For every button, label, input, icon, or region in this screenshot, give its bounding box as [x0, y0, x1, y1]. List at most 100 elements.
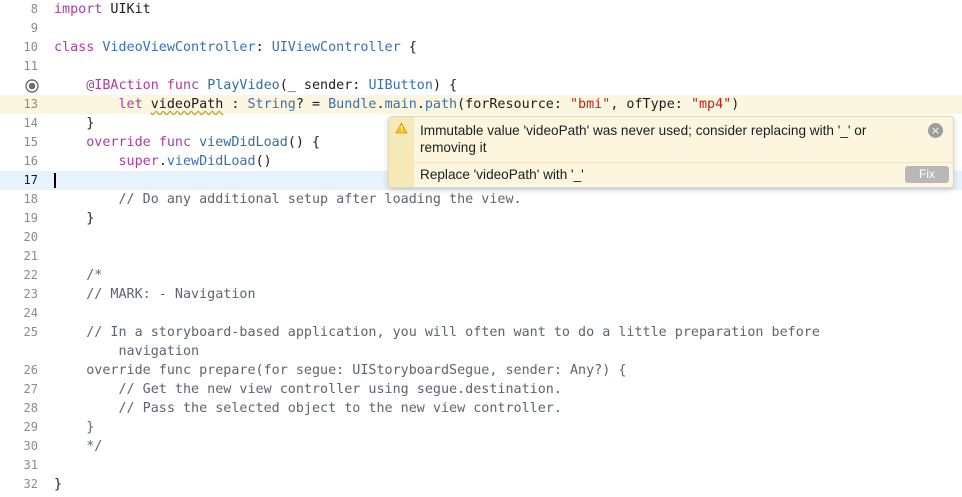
code-token: @IBAction — [86, 78, 159, 93]
code-token: navigation — [54, 344, 200, 359]
text-cursor — [54, 173, 56, 188]
code-token: ? = — [295, 97, 329, 112]
code-line[interactable]: 13 let videoPath : String? = Bundle.main… — [0, 95, 962, 114]
code-token: main — [384, 97, 417, 112]
code-text: override func viewDidLoad() { — [54, 133, 320, 152]
line-number: 23 — [23, 287, 38, 301]
code-line[interactable]: 30 */ — [0, 437, 962, 456]
code-line[interactable]: 21 — [0, 247, 962, 266]
code-text: // Get the new view controller using seg… — [54, 380, 561, 399]
code-line[interactable]: 26 override func prepare(for segue: UISt… — [0, 361, 962, 380]
code-token: : — [223, 97, 248, 112]
code-token: () — [255, 154, 272, 169]
code-token: // In a storyboard-based application, yo… — [54, 325, 820, 340]
line-number: 25 — [23, 325, 38, 339]
code-token: func — [158, 135, 192, 150]
code-token: // Do any additional setup after loading… — [54, 192, 522, 207]
code-line[interactable]: 18 // Do any additional setup after load… — [0, 190, 962, 209]
code-token: viewDidLoad — [166, 154, 256, 169]
code-editor[interactable]: 8 import UIKit 9 10 class VideoViewControlle… — [0, 0, 962, 497]
code-text: // Do any additional setup after loading… — [54, 190, 522, 209]
code-line[interactable]: 10 class VideoViewController: UIViewContr… — [0, 38, 962, 57]
code-token: (forResource: — [457, 97, 570, 112]
code-token: . — [158, 154, 167, 169]
code-token: } — [54, 116, 95, 131]
code-token: Bundle — [328, 97, 377, 112]
code-token: : — [255, 40, 272, 55]
fix-description[interactable]: Replace 'videoPath' with '_' — [420, 166, 584, 183]
code-text: */ — [54, 437, 102, 456]
code-token: UIKit — [102, 2, 151, 17]
line-number: 22 — [23, 268, 38, 282]
code-token: , ofType: — [610, 97, 691, 112]
code-line[interactable]: 20 — [0, 228, 962, 247]
code-token: videoPath — [150, 97, 224, 112]
breakpoint-icon[interactable] — [25, 79, 39, 93]
line-number: 30 — [23, 439, 38, 453]
code-text: @IBAction func PlayVideo(_ sender: UIBut… — [54, 76, 457, 95]
code-line[interactable]: 24 — [0, 304, 962, 323]
code-line[interactable]: navigation — [0, 342, 962, 361]
code-token: UIViewController — [271, 40, 401, 55]
close-icon[interactable]: × — [928, 123, 943, 138]
code-token: // MARK: - Navigation — [54, 287, 256, 302]
line-number: 32 — [23, 477, 38, 491]
code-token: } — [54, 420, 95, 435]
code-text: super.viewDidLoad() — [54, 152, 272, 171]
code-token: ) { — [432, 78, 458, 93]
line-number: 16 — [23, 154, 38, 168]
divider — [414, 162, 953, 163]
code-line[interactable]: 27 // Get the new view controller using … — [0, 380, 962, 399]
line-number: 20 — [23, 230, 38, 244]
code-text: } — [54, 418, 94, 437]
line-number: 17 — [23, 173, 38, 187]
code-line[interactable]: 25 // In a storyboard-based application,… — [0, 323, 962, 342]
code-token: class — [54, 40, 95, 55]
code-token: // Pass the selected object to the new v… — [54, 401, 562, 416]
code-line[interactable]: 9 — [0, 19, 962, 38]
code-token: viewDidLoad — [199, 135, 288, 150]
line-number: 15 — [23, 135, 38, 149]
code-token: { — [400, 40, 417, 55]
fix-button[interactable]: Fix — [905, 166, 949, 183]
warning-message: Immutable value 'videoPath' was never us… — [420, 123, 867, 155]
code-token: VideoViewController — [102, 40, 256, 55]
code-line[interactable]: 8 import UIKit — [0, 0, 962, 19]
code-token: } — [54, 477, 63, 492]
code-token: func — [166, 78, 200, 93]
code-line[interactable]: 23 // MARK: - Navigation — [0, 285, 962, 304]
code-line[interactable]: 19 } — [0, 209, 962, 228]
code-text: let videoPath : String? = Bundle.main.pa… — [54, 95, 740, 114]
code-token: "bmi" — [570, 97, 611, 112]
code-text: /* — [54, 266, 102, 285]
code-line[interactable]: 29 } — [0, 418, 962, 437]
code-token: . — [416, 97, 425, 112]
code-line[interactable]: 32} — [0, 475, 962, 494]
code-text: // MARK: - Navigation — [54, 285, 256, 304]
code-line[interactable]: 11 — [0, 57, 962, 76]
code-line[interactable]: 28 // Pass the selected object to the ne… — [0, 399, 962, 418]
code-token: "mp4" — [690, 97, 732, 112]
line-number: 24 — [23, 306, 38, 320]
line-number: 11 — [23, 59, 38, 73]
code-line[interactable]: @IBAction func PlayVideo(_ sender: UIBut… — [0, 76, 962, 95]
code-token: path — [424, 97, 458, 112]
warning-triangle-icon — [395, 122, 408, 134]
code-text: navigation — [54, 342, 199, 361]
warning-gutter — [389, 117, 414, 187]
line-number: 18 — [23, 192, 38, 206]
line-number: 26 — [23, 363, 38, 377]
line-number: 21 — [23, 249, 38, 263]
code-line[interactable]: 31 — [0, 456, 962, 475]
line-number: 19 — [23, 211, 38, 225]
code-line[interactable]: 22 /* — [0, 266, 962, 285]
code-token: () { — [287, 135, 321, 150]
warning-popover: Immutable value 'videoPath' was never us… — [388, 116, 954, 188]
line-number: 13 — [23, 97, 38, 111]
